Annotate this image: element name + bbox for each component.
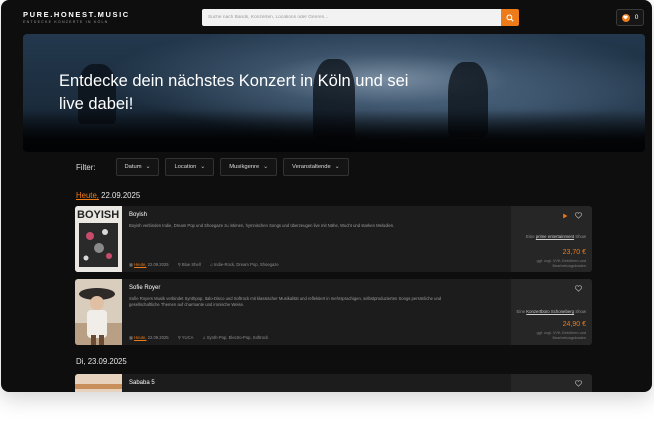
chevron-down-icon: ⌄ xyxy=(200,164,206,170)
heart-icon xyxy=(621,13,630,22)
organizer-suffix: Show xyxy=(575,234,586,239)
hero-crowd xyxy=(23,110,645,152)
event-meta: ▦ Heute, 22.09.2025 ⚲ YUCA ♫ Synth-Pop, … xyxy=(129,335,268,340)
search-icon xyxy=(506,13,514,22)
organizer-suffix: Show xyxy=(575,309,586,314)
event-description: Boyish verbinden Indie, Dream Pop und Sh… xyxy=(129,223,395,228)
event-image[interactable] xyxy=(75,279,122,345)
search-input[interactable] xyxy=(202,9,501,26)
event-date-value: 22.09.2025 xyxy=(147,262,169,267)
filter-date-button[interactable]: Datum ⌄ xyxy=(115,158,160,176)
event-actions xyxy=(575,285,582,292)
organizer-prefix: Eine xyxy=(526,234,535,239)
event-date: ▦ Heute, 22.09.2025 xyxy=(129,262,169,267)
logo-subtitle: ENTDECKE KONZERTE IN KÖLN xyxy=(23,20,109,24)
event-price: 23,70 € xyxy=(562,249,586,256)
event-date-today[interactable]: Heute, xyxy=(134,262,146,267)
filter-button-label: Musikgenre xyxy=(229,164,260,170)
filter-button-label: Datum xyxy=(124,164,142,170)
site-logo[interactable]: PURE.HONEST.MUSIC ENTDECKE KONZERTE IN K… xyxy=(23,10,130,24)
filter-location-button[interactable]: Location ⌄ xyxy=(165,158,215,176)
event-title[interactable]: Sababa 5 xyxy=(129,380,155,386)
filter-button-label: Veranstaltende xyxy=(292,164,331,170)
event-location: ⚲ Blue Shell xyxy=(178,262,201,267)
filter-label: Filter: xyxy=(76,162,96,172)
event-genre: ♫ Indie-Rock, Dream Pop, Shoegaze xyxy=(210,262,279,267)
event-actions xyxy=(575,380,582,387)
organizer-prefix: Eine xyxy=(516,309,526,314)
filter-organizer-button[interactable]: Veranstaltende ⌄ xyxy=(283,158,349,176)
favorite-heart-icon[interactable] xyxy=(575,380,582,387)
filter-genre-button[interactable]: Musikgenre ⌄ xyxy=(220,158,278,176)
hero-headline: Entdecke dein nächstes Konzert in Köln u… xyxy=(59,72,409,113)
event-card[interactable]: Sofie Royer Sofie Royers Musik verbindet… xyxy=(75,279,592,345)
event-location-value: Blue Shell xyxy=(181,262,201,267)
event-image[interactable]: BOYISH xyxy=(75,206,122,272)
logo-title: PURE.HONEST.MUSIC xyxy=(23,10,130,19)
event-image[interactable] xyxy=(75,374,122,392)
event-side-panel: Eine prime entertainment Show 23,70 € gg… xyxy=(511,206,592,272)
favorite-heart-icon[interactable] xyxy=(575,285,582,292)
chevron-down-icon: ⌄ xyxy=(334,164,340,170)
browser-window: PURE.HONEST.MUSIC ENTDECKE KONZERTE IN K… xyxy=(1,0,652,392)
day-heading: Di, 23.09.2025 xyxy=(76,357,127,366)
event-title[interactable]: Sofie Royer xyxy=(129,285,160,291)
event-date-value: 22.09.2025 xyxy=(147,335,169,340)
event-meta: ▦ Heute, 22.09.2025 ⚲ Blue Shell ♫ Indie… xyxy=(129,262,279,267)
day-date: Di, 23.09.2025 xyxy=(76,357,127,366)
event-genre-value: Indie-Rock, Dream Pop, Shoegaze xyxy=(214,262,279,267)
event-organizer: Eine Konzertbüro Schoneberg Show xyxy=(516,309,586,315)
favorite-heart-icon[interactable] xyxy=(575,212,582,219)
event-card[interactable]: BOYISH Boyish Boyish verbinden Indie, Dr… xyxy=(75,206,592,272)
hero-banner: Entdecke dein nächstes Konzert in Köln u… xyxy=(23,34,645,152)
event-genre: ♫ Synth-Pop, Electro-Pop, Softrock xyxy=(202,335,268,340)
filter-bar: Filter: Datum ⌄ Location ⌄ Musikgenre ⌄ Ver… xyxy=(76,158,349,176)
event-price: 24,90 € xyxy=(562,321,586,328)
day-date: 22.09.2025 xyxy=(101,191,141,200)
organizer-link[interactable]: prime entertainment xyxy=(536,234,574,239)
search-button[interactable] xyxy=(501,9,519,26)
event-location-value: YUCA xyxy=(181,335,194,340)
event-genre-value: Synth-Pop, Electro-Pop, Softrock xyxy=(206,335,269,340)
svg-text:BOYISH: BOYISH xyxy=(77,209,119,221)
play-icon[interactable] xyxy=(562,213,568,219)
filter-button-label: Location xyxy=(174,164,197,170)
chevron-down-icon: ⌄ xyxy=(145,164,151,170)
organizer-link[interactable]: Konzertbüro Schoneberg xyxy=(526,309,574,314)
day-heading: Heute, 22.09.2025 xyxy=(76,191,140,200)
event-title[interactable]: Boyish xyxy=(129,212,147,218)
header: PURE.HONEST.MUSIC ENTDECKE KONZERTE IN K… xyxy=(1,0,652,34)
event-organizer: Eine prime entertainment Show xyxy=(516,234,586,240)
cart-count: 0 xyxy=(634,14,639,21)
event-card[interactable]: Sababa 5 xyxy=(75,374,592,392)
event-actions xyxy=(562,212,582,219)
event-side-panel xyxy=(511,374,592,392)
event-fee-note: ggf. zzgl. VVK-Gebühren und Bearbeitungs… xyxy=(536,259,586,268)
event-fee-note: ggf. zzgl. VVK-Gebühren und Bearbeitungs… xyxy=(536,331,586,340)
chevron-down-icon: ⌄ xyxy=(263,164,269,170)
event-side-panel: Eine Konzertbüro Schoneberg Show 24,90 €… xyxy=(511,279,592,345)
event-description: Sofie Royers Musik verbindet Synthpop, I… xyxy=(129,296,442,308)
event-date: ▦ Heute, 22.09.2025 xyxy=(129,335,169,340)
today-link[interactable]: Heute, xyxy=(76,191,99,200)
event-date-today[interactable]: Heute, xyxy=(134,335,146,340)
cart-button[interactable]: 0 xyxy=(616,9,644,26)
event-location: ⚲ YUCA xyxy=(178,335,194,340)
